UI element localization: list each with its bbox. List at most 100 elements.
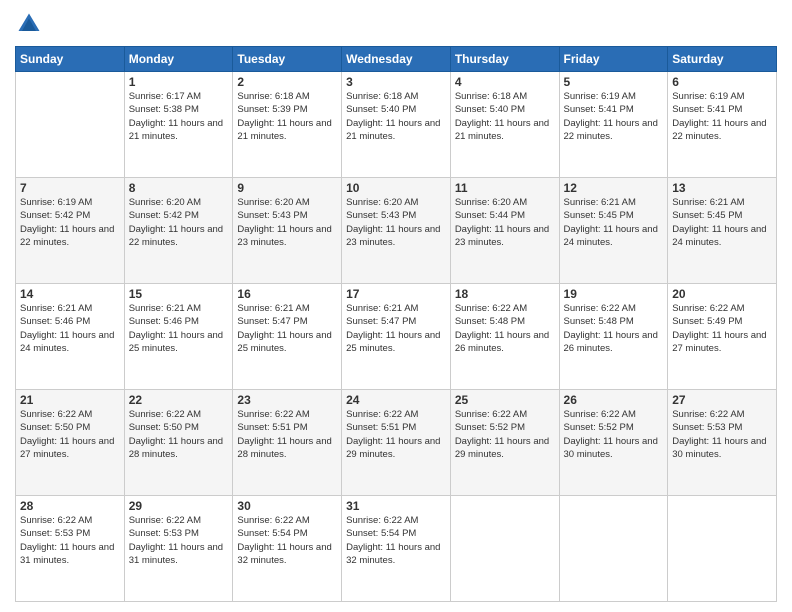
day-info: Sunrise: 6:18 AMSunset: 5:40 PMDaylight:… <box>346 90 446 143</box>
day-info: Sunrise: 6:22 AMSunset: 5:48 PMDaylight:… <box>455 302 555 355</box>
day-cell <box>450 496 559 602</box>
day-number: 17 <box>346 287 446 301</box>
day-info: Sunrise: 6:19 AMSunset: 5:41 PMDaylight:… <box>564 90 664 143</box>
day-info: Sunrise: 6:21 AMSunset: 5:46 PMDaylight:… <box>20 302 120 355</box>
day-cell: 14Sunrise: 6:21 AMSunset: 5:46 PMDayligh… <box>16 284 125 390</box>
day-cell: 6Sunrise: 6:19 AMSunset: 5:41 PMDaylight… <box>668 72 777 178</box>
day-number: 6 <box>672 75 772 89</box>
header-cell-saturday: Saturday <box>668 47 777 72</box>
day-info: Sunrise: 6:22 AMSunset: 5:52 PMDaylight:… <box>564 408 664 461</box>
day-number: 13 <box>672 181 772 195</box>
day-cell: 18Sunrise: 6:22 AMSunset: 5:48 PMDayligh… <box>450 284 559 390</box>
day-info: Sunrise: 6:21 AMSunset: 5:45 PMDaylight:… <box>672 196 772 249</box>
day-info: Sunrise: 6:22 AMSunset: 5:48 PMDaylight:… <box>564 302 664 355</box>
day-number: 10 <box>346 181 446 195</box>
day-info: Sunrise: 6:22 AMSunset: 5:53 PMDaylight:… <box>672 408 772 461</box>
day-cell: 15Sunrise: 6:21 AMSunset: 5:46 PMDayligh… <box>124 284 233 390</box>
day-number: 26 <box>564 393 664 407</box>
day-number: 20 <box>672 287 772 301</box>
day-cell: 5Sunrise: 6:19 AMSunset: 5:41 PMDaylight… <box>559 72 668 178</box>
day-cell: 9Sunrise: 6:20 AMSunset: 5:43 PMDaylight… <box>233 178 342 284</box>
day-number: 15 <box>129 287 229 301</box>
day-number: 30 <box>237 499 337 513</box>
day-cell: 17Sunrise: 6:21 AMSunset: 5:47 PMDayligh… <box>342 284 451 390</box>
logo <box>15 10 47 38</box>
day-cell: 24Sunrise: 6:22 AMSunset: 5:51 PMDayligh… <box>342 390 451 496</box>
day-cell: 10Sunrise: 6:20 AMSunset: 5:43 PMDayligh… <box>342 178 451 284</box>
day-info: Sunrise: 6:21 AMSunset: 5:47 PMDaylight:… <box>237 302 337 355</box>
day-cell: 25Sunrise: 6:22 AMSunset: 5:52 PMDayligh… <box>450 390 559 496</box>
day-number: 27 <box>672 393 772 407</box>
day-cell: 2Sunrise: 6:18 AMSunset: 5:39 PMDaylight… <box>233 72 342 178</box>
day-cell: 21Sunrise: 6:22 AMSunset: 5:50 PMDayligh… <box>16 390 125 496</box>
day-number: 1 <box>129 75 229 89</box>
day-info: Sunrise: 6:22 AMSunset: 5:51 PMDaylight:… <box>346 408 446 461</box>
week-row-1: 7Sunrise: 6:19 AMSunset: 5:42 PMDaylight… <box>16 178 777 284</box>
day-number: 19 <box>564 287 664 301</box>
day-cell: 4Sunrise: 6:18 AMSunset: 5:40 PMDaylight… <box>450 72 559 178</box>
day-number: 9 <box>237 181 337 195</box>
day-info: Sunrise: 6:22 AMSunset: 5:52 PMDaylight:… <box>455 408 555 461</box>
day-cell: 3Sunrise: 6:18 AMSunset: 5:40 PMDaylight… <box>342 72 451 178</box>
day-number: 7 <box>20 181 120 195</box>
week-row-2: 14Sunrise: 6:21 AMSunset: 5:46 PMDayligh… <box>16 284 777 390</box>
day-cell: 1Sunrise: 6:17 AMSunset: 5:38 PMDaylight… <box>124 72 233 178</box>
day-info: Sunrise: 6:21 AMSunset: 5:46 PMDaylight:… <box>129 302 229 355</box>
day-number: 3 <box>346 75 446 89</box>
day-info: Sunrise: 6:22 AMSunset: 5:53 PMDaylight:… <box>20 514 120 567</box>
page: SundayMondayTuesdayWednesdayThursdayFrid… <box>0 0 792 612</box>
day-info: Sunrise: 6:18 AMSunset: 5:40 PMDaylight:… <box>455 90 555 143</box>
day-cell <box>559 496 668 602</box>
day-number: 5 <box>564 75 664 89</box>
day-cell: 26Sunrise: 6:22 AMSunset: 5:52 PMDayligh… <box>559 390 668 496</box>
day-info: Sunrise: 6:22 AMSunset: 5:54 PMDaylight:… <box>346 514 446 567</box>
day-cell: 8Sunrise: 6:20 AMSunset: 5:42 PMDaylight… <box>124 178 233 284</box>
day-cell: 30Sunrise: 6:22 AMSunset: 5:54 PMDayligh… <box>233 496 342 602</box>
header-cell-tuesday: Tuesday <box>233 47 342 72</box>
day-info: Sunrise: 6:20 AMSunset: 5:43 PMDaylight:… <box>346 196 446 249</box>
day-number: 2 <box>237 75 337 89</box>
day-info: Sunrise: 6:22 AMSunset: 5:53 PMDaylight:… <box>129 514 229 567</box>
header-cell-sunday: Sunday <box>16 47 125 72</box>
calendar-header-row: SundayMondayTuesdayWednesdayThursdayFrid… <box>16 47 777 72</box>
day-info: Sunrise: 6:20 AMSunset: 5:43 PMDaylight:… <box>237 196 337 249</box>
day-number: 18 <box>455 287 555 301</box>
day-info: Sunrise: 6:22 AMSunset: 5:50 PMDaylight:… <box>129 408 229 461</box>
day-info: Sunrise: 6:22 AMSunset: 5:49 PMDaylight:… <box>672 302 772 355</box>
day-info: Sunrise: 6:17 AMSunset: 5:38 PMDaylight:… <box>129 90 229 143</box>
day-number: 8 <box>129 181 229 195</box>
week-row-0: 1Sunrise: 6:17 AMSunset: 5:38 PMDaylight… <box>16 72 777 178</box>
day-cell: 22Sunrise: 6:22 AMSunset: 5:50 PMDayligh… <box>124 390 233 496</box>
day-info: Sunrise: 6:20 AMSunset: 5:42 PMDaylight:… <box>129 196 229 249</box>
day-cell: 11Sunrise: 6:20 AMSunset: 5:44 PMDayligh… <box>450 178 559 284</box>
day-number: 28 <box>20 499 120 513</box>
header-cell-thursday: Thursday <box>450 47 559 72</box>
day-number: 31 <box>346 499 446 513</box>
day-number: 4 <box>455 75 555 89</box>
day-info: Sunrise: 6:20 AMSunset: 5:44 PMDaylight:… <box>455 196 555 249</box>
day-cell <box>16 72 125 178</box>
day-cell: 23Sunrise: 6:22 AMSunset: 5:51 PMDayligh… <box>233 390 342 496</box>
day-number: 12 <box>564 181 664 195</box>
day-number: 22 <box>129 393 229 407</box>
day-info: Sunrise: 6:22 AMSunset: 5:54 PMDaylight:… <box>237 514 337 567</box>
day-cell: 13Sunrise: 6:21 AMSunset: 5:45 PMDayligh… <box>668 178 777 284</box>
week-row-3: 21 Sunrise: 6:22 AMSunset: 5:50 PMDayligh… <box>16 390 777 496</box>
day-cell: 27Sunrise: 6:22 AMSunset: 5:53 PMDayligh… <box>668 390 777 496</box>
day-number: 24 <box>346 393 446 407</box>
day-info: Sunrise: 6:22 AMSunset: 5:51 PMDaylight:… <box>237 408 337 461</box>
logo-icon <box>15 10 43 38</box>
header <box>15 10 777 38</box>
day-number: 21 <box>20 393 120 407</box>
day-cell: 28Sunrise: 6:22 AMSunset: 5:53 PMDayligh… <box>16 496 125 602</box>
day-cell <box>668 496 777 602</box>
day-number: 14 <box>20 287 120 301</box>
day-info: Sunrise: 6:19 AMSunset: 5:41 PMDaylight:… <box>672 90 772 143</box>
day-cell: 19Sunrise: 6:22 AMSunset: 5:48 PMDayligh… <box>559 284 668 390</box>
day-info: Sunrise: 6:19 AMSunset: 5:42 PMDaylight:… <box>20 196 120 249</box>
day-cell: 7Sunrise: 6:19 AMSunset: 5:42 PMDaylight… <box>16 178 125 284</box>
header-cell-monday: Monday <box>124 47 233 72</box>
week-row-4: 28Sunrise: 6:22 AMSunset: 5:53 PMDayligh… <box>16 496 777 602</box>
header-cell-friday: Friday <box>559 47 668 72</box>
calendar-table: SundayMondayTuesdayWednesdayThursdayFrid… <box>15 46 777 602</box>
